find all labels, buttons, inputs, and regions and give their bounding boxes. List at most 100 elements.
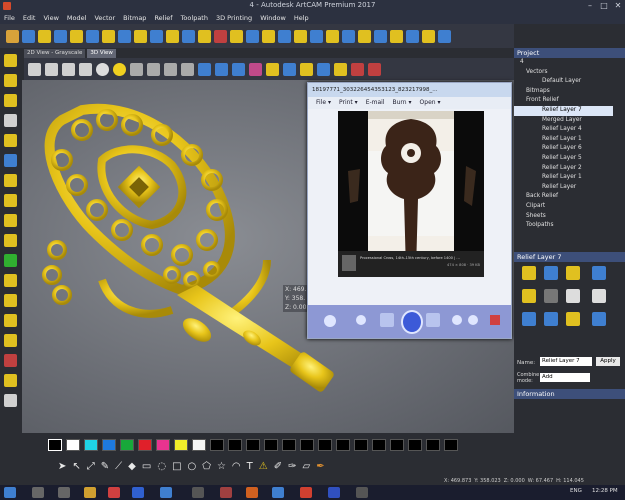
color-swatch[interactable]: [174, 439, 188, 451]
tab-3d-view[interactable]: 3D View: [87, 49, 116, 58]
relief-tool-icon[interactable]: [198, 29, 211, 43]
relief-tool-icon[interactable]: [4, 154, 17, 167]
apply-button[interactable]: Apply: [596, 357, 620, 366]
relief-tool-icon[interactable]: [4, 194, 17, 207]
color-swatch[interactable]: [282, 439, 296, 451]
menu-relief[interactable]: Relief: [150, 12, 176, 24]
previous-icon[interactable]: [380, 313, 394, 327]
relief-tool-icon[interactable]: [4, 134, 17, 147]
light-icon[interactable]: [113, 62, 126, 76]
arc-icon[interactable]: ◠: [232, 461, 241, 472]
relief-tool-icon[interactable]: [4, 214, 17, 227]
relief-tool-icon[interactable]: [134, 29, 147, 43]
tree-item-clipart[interactable]: Clipart: [514, 202, 625, 212]
language-indicator[interactable]: ENG: [570, 488, 582, 494]
relief-tool-icon[interactable]: [438, 29, 451, 43]
cube-view-icon[interactable]: [28, 62, 41, 76]
relief-tool-icon[interactable]: [294, 29, 307, 43]
text-icon[interactable]: T: [247, 461, 253, 472]
tree-item-relief-layer-1[interactable]: Relief Layer 1: [514, 135, 625, 145]
tree-item-relief-layer-4[interactable]: Relief Layer 4: [514, 125, 625, 135]
node-tool-icon[interactable]: [4, 114, 17, 127]
move-down-icon[interactable]: [566, 289, 580, 303]
display-mode-icon[interactable]: [300, 62, 313, 76]
menu-window[interactable]: Window: [256, 12, 290, 24]
color-swatch[interactable]: [444, 439, 458, 451]
relief-tool-icon[interactable]: [70, 29, 83, 43]
tree-item-relief-layer-6[interactable]: Relief Layer 6: [514, 144, 625, 154]
display-mode-icon[interactable]: [283, 62, 296, 76]
node-edit-icon[interactable]: ↖: [72, 461, 80, 472]
app-icon[interactable]: [246, 487, 258, 498]
app-icon[interactable]: [192, 487, 204, 498]
rotate-left-icon[interactable]: [452, 315, 462, 325]
fit-icon[interactable]: [356, 315, 366, 325]
relief-tool-icon[interactable]: [406, 29, 419, 43]
layer-tool-icon[interactable]: [592, 312, 606, 326]
color-swatch[interactable]: [84, 439, 98, 451]
tree-item-vectors[interactable]: Vectors: [514, 68, 625, 78]
color-swatch[interactable]: [120, 439, 134, 451]
warning-icon[interactable]: ⚠: [259, 461, 268, 472]
add-icon[interactable]: [4, 254, 17, 267]
viewer-menu-email[interactable]: E-mail: [366, 99, 385, 106]
color-swatch[interactable]: [390, 439, 404, 451]
cube-view-icon[interactable]: [79, 62, 92, 76]
relief-tool-icon[interactable]: [374, 29, 387, 43]
layer-tool-icon[interactable]: [522, 289, 536, 303]
relief-tool-icon[interactable]: [4, 394, 17, 407]
vector-tool-icon[interactable]: [4, 74, 17, 87]
color-swatch[interactable]: [66, 439, 80, 451]
tree-item-relief-layer-7[interactable]: Relief Layer 7: [514, 105, 613, 116]
menu-bitmap[interactable]: Bitmap: [119, 12, 150, 24]
erase-icon[interactable]: ▱: [303, 461, 311, 472]
tree-root[interactable]: 4: [514, 58, 625, 68]
relief-tool-icon[interactable]: [166, 29, 179, 43]
axis-icon[interactable]: [164, 62, 177, 76]
relief-tool-icon[interactable]: [246, 29, 259, 43]
slideshow-icon[interactable]: [401, 310, 423, 334]
tree-item-bitmaps[interactable]: Bitmaps: [514, 87, 625, 97]
tree-item-relief-layer-1b[interactable]: Relief Layer 1: [514, 173, 625, 183]
select-tool-icon[interactable]: [4, 54, 17, 67]
color-swatch[interactable]: [426, 439, 440, 451]
polygon-icon[interactable]: ⬠: [202, 461, 211, 472]
color-swatch[interactable]: [372, 439, 386, 451]
axis-icon[interactable]: [130, 62, 143, 76]
layer-tool-icon[interactable]: [566, 266, 580, 280]
color-swatch[interactable]: [228, 439, 242, 451]
add-layer-icon[interactable]: [522, 266, 536, 280]
color-swatch[interactable]: [192, 439, 206, 451]
cube-view-icon[interactable]: [62, 62, 75, 76]
relief-tool-icon[interactable]: [150, 29, 163, 43]
task-view-icon[interactable]: [58, 487, 70, 498]
word-icon[interactable]: [132, 487, 144, 498]
relief-tool-icon[interactable]: [342, 29, 355, 43]
display-mode-icon[interactable]: [215, 62, 228, 76]
delete-icon[interactable]: [490, 315, 500, 325]
color-swatch[interactable]: [336, 439, 350, 451]
relief-tool-icon[interactable]: [358, 29, 371, 43]
zoom-icon[interactable]: [96, 62, 109, 76]
fill-icon[interactable]: ◆: [128, 461, 136, 472]
relief-tool-icon[interactable]: [182, 29, 195, 43]
rectangle-icon[interactable]: □: [172, 461, 181, 472]
tree-item-merged-layer[interactable]: Merged Layer: [514, 116, 625, 126]
relief-tool-icon[interactable]: [4, 174, 17, 187]
color-swatch[interactable]: [318, 439, 332, 451]
relief-tool-icon[interactable]: [6, 29, 19, 43]
brush-icon[interactable]: ⟋: [115, 461, 122, 472]
layer-tool-icon[interactable]: [522, 312, 536, 326]
minimize-button[interactable]: –: [583, 0, 597, 12]
relief-tool-icon[interactable]: [310, 29, 323, 43]
color-swatch[interactable]: [48, 439, 62, 451]
relief-tool-icon[interactable]: [86, 29, 99, 43]
display-mode-icon[interactable]: [351, 62, 364, 76]
pencil-icon[interactable]: ✎: [101, 461, 109, 472]
menu-3d-printing[interactable]: 3D Printing: [212, 12, 256, 24]
pointer-icon[interactable]: ➤: [58, 461, 66, 472]
paint-icon[interactable]: ✒: [316, 461, 324, 472]
display-mode-icon[interactable]: [334, 62, 347, 76]
relief-tool-icon[interactable]: [4, 354, 17, 367]
chrome-icon[interactable]: [108, 487, 120, 498]
